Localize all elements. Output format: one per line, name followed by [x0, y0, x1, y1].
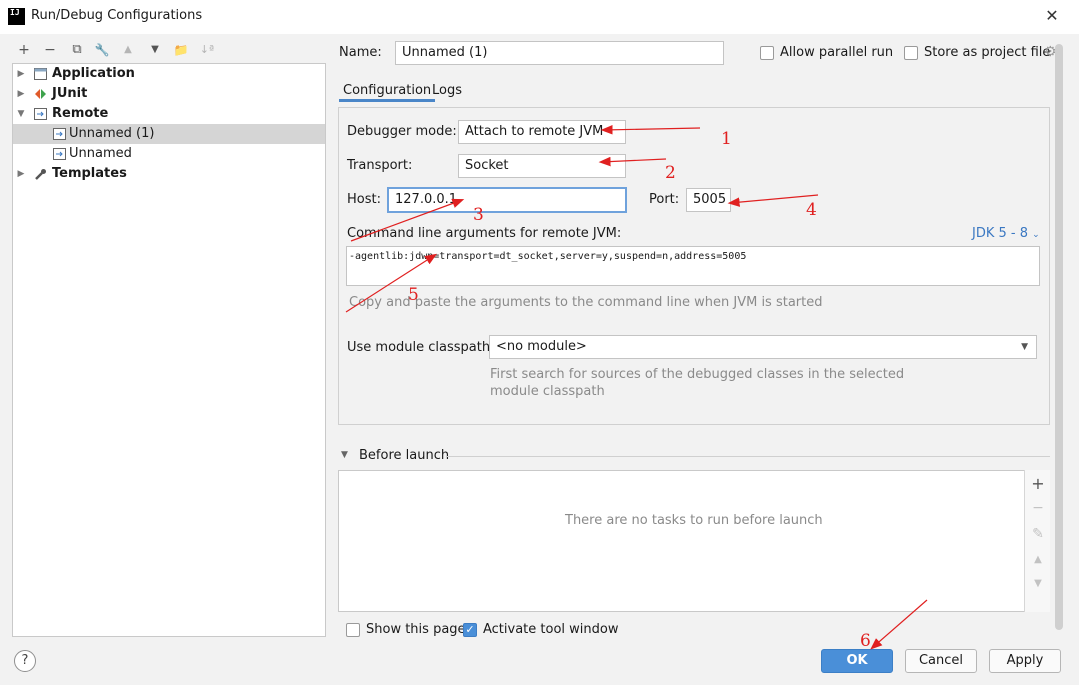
annotation-label-1: 1 [721, 129, 732, 149]
tree-item-label: Unnamed (1) [69, 126, 155, 141]
activate-tool-label: Activate tool window [483, 622, 619, 637]
transport-value: Socket [465, 158, 509, 173]
cmdline-hint: Copy and paste the arguments to the comm… [349, 295, 823, 310]
annotation-label-5: 5 [408, 285, 419, 305]
annotation-label-4: 4 [806, 200, 817, 220]
host-input[interactable]: 127.0.0.1 [387, 187, 627, 213]
remove-icon[interactable]: − [1025, 500, 1051, 516]
port-label: Port: [649, 192, 680, 207]
annotation-label-6: 6 [860, 631, 871, 651]
cmdline-args-field[interactable]: -agentlib:jdwp=transport=dt_socket,serve… [346, 246, 1040, 286]
annotation-label-2: 2 [665, 163, 676, 183]
collapse-arrow-icon[interactable]: ▼ [341, 450, 348, 460]
tab-logs[interactable]: Logs [428, 80, 466, 102]
help-button[interactable]: ? [14, 650, 36, 672]
port-input[interactable]: 5005 [686, 188, 731, 212]
apply-button[interactable]: Apply [989, 649, 1061, 673]
allow-parallel-checkbox[interactable] [760, 46, 774, 60]
configuration-tree: ▶ Application ▶ JUnit ▼ Remote Unnamed (… [12, 63, 326, 637]
sort-icon[interactable]: ↓ª [197, 40, 217, 60]
remote-icon [34, 108, 47, 120]
tree-item-application[interactable]: ▶ Application [13, 64, 325, 84]
move-down-icon[interactable]: ▼ [1025, 578, 1051, 589]
show-page-label: Show this page [366, 622, 466, 637]
module-hint-line2: module classpath [490, 384, 605, 399]
tree-item-templates[interactable]: ▶ Templates [13, 164, 325, 184]
dropdown-arrow-icon: ▼ [1021, 342, 1028, 352]
transport-select[interactable]: Socket [458, 154, 626, 178]
vertical-scrollbar[interactable] [1055, 44, 1063, 634]
divider [446, 456, 1050, 457]
tree-item-label: Application [52, 66, 135, 81]
remove-icon[interactable]: − [40, 40, 60, 60]
cmdline-label: Command line arguments for remote JVM: [347, 226, 622, 241]
collapse-arrow-icon[interactable]: ▼ [15, 104, 27, 124]
transport-label: Transport: [347, 158, 413, 173]
move-down-icon[interactable]: ▼ [145, 40, 165, 60]
debugger-mode-label: Debugger mode: [347, 124, 457, 139]
copy-icon[interactable]: ⧉ [67, 40, 87, 60]
store-project-checkbox[interactable] [904, 46, 918, 60]
name-label: Name: [339, 45, 382, 60]
intellij-app-icon: IJ [8, 8, 25, 25]
wrench-icon[interactable]: 🔧 [92, 40, 112, 60]
cancel-button[interactable]: Cancel [905, 649, 977, 673]
host-label: Host: [347, 192, 381, 207]
scrollbar-thumb[interactable] [1055, 44, 1063, 630]
module-hint-line1: First search for sources of the debugged… [490, 367, 905, 382]
junit-icon [35, 89, 46, 99]
move-up-icon[interactable]: ▲ [118, 40, 138, 60]
application-icon [34, 68, 47, 80]
debugger-mode-select[interactable]: Attach to remote JVM [458, 120, 626, 144]
move-up-icon[interactable]: ▲ [1025, 554, 1051, 565]
tree-item-junit[interactable]: ▶ JUnit [13, 84, 325, 104]
tree-item-label: Unnamed [69, 146, 132, 161]
tree-item-remote[interactable]: ▼ Remote [13, 104, 325, 124]
chevron-down-icon: ⌄ [1032, 230, 1040, 240]
before-launch-toolbar: + − ✎ ▲ ▼ [1024, 470, 1050, 612]
jdk-version-link[interactable]: JDK 5 - 8 ⌄ [972, 226, 1040, 241]
expand-arrow-icon[interactable]: ▶ [15, 64, 27, 84]
tree-item-label: JUnit [52, 86, 88, 101]
before-launch-list [338, 470, 1050, 612]
allow-parallel-label: Allow parallel run [780, 45, 894, 60]
module-classpath-select[interactable]: <no module> ▼ [489, 335, 1037, 359]
close-icon[interactable]: ✕ [1040, 4, 1064, 28]
before-launch-title[interactable]: Before launch [359, 448, 449, 463]
tree-item-label: Remote [52, 106, 109, 121]
window-title: Run/Debug Configurations [31, 8, 203, 23]
remote-config-icon [53, 128, 66, 140]
module-classpath-label: Use module classpath: [347, 340, 495, 355]
tree-item-unnamed[interactable]: Unnamed [13, 144, 325, 164]
tree-item-label: Templates [52, 166, 127, 181]
store-project-label: Store as project file [924, 45, 1051, 60]
tree-item-unnamed-1[interactable]: Unnamed (1) [13, 124, 325, 144]
remote-config-icon [53, 148, 66, 160]
name-input[interactable]: Unnamed (1) [395, 41, 724, 65]
before-launch-empty-text: There are no tasks to run before launch [565, 513, 823, 528]
folder-icon[interactable]: 📁 [171, 40, 191, 60]
edit-icon[interactable]: ✎ [1025, 526, 1051, 542]
ok-button[interactable]: OK [821, 649, 893, 673]
show-page-checkbox[interactable] [346, 623, 360, 637]
add-icon[interactable]: + [14, 40, 34, 60]
expand-arrow-icon[interactable]: ▶ [15, 164, 27, 184]
tab-configuration[interactable]: Configuration [339, 80, 436, 102]
debugger-mode-value: Attach to remote JVM [465, 124, 604, 139]
wrench-icon [35, 169, 46, 180]
annotation-label-3: 3 [473, 205, 484, 225]
jdk-version-text: JDK 5 - 8 [972, 226, 1028, 241]
activate-tool-checkbox[interactable]: ✓ [463, 623, 477, 637]
add-icon[interactable]: + [1025, 474, 1051, 493]
expand-arrow-icon[interactable]: ▶ [15, 84, 27, 104]
module-classpath-value: <no module> [496, 339, 587, 354]
